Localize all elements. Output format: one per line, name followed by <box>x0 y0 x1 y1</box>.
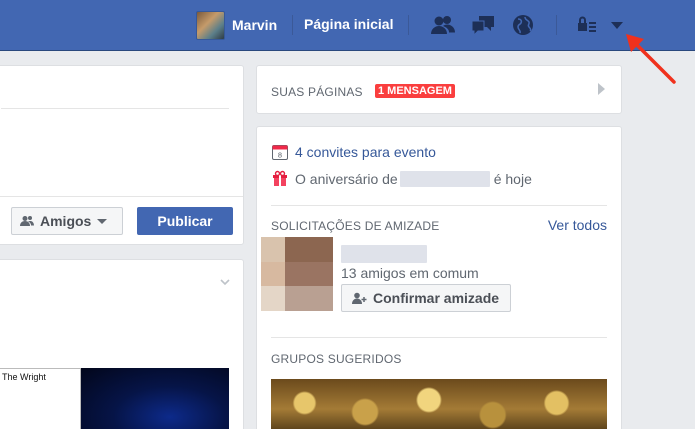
feed-post: The Wright <box>0 259 244 429</box>
redacted-friend-name[interactable] <box>341 245 427 263</box>
your-pages-card[interactable]: SUAS PÁGINAS 1 MENSAGEM <box>256 65 622 114</box>
post-thumbnail[interactable]: The Wright <box>0 368 81 429</box>
see-all-link[interactable]: Ver todos <box>548 217 607 233</box>
nav-divider <box>292 15 293 35</box>
birthday-row[interactable]: O aniversário de é hoje <box>271 170 532 188</box>
event-invites-row[interactable]: 8 4 convites para evento <box>271 143 436 161</box>
suggested-group-image[interactable] <box>271 379 607 429</box>
composer-divider <box>1 108 229 109</box>
friends-icon <box>20 216 34 226</box>
confirm-friend-label: Confirmar amizade <box>373 290 500 306</box>
home-link[interactable]: Página inicial <box>304 16 393 32</box>
nav-divider <box>408 15 409 35</box>
profile-name[interactable]: Marvin <box>232 17 277 33</box>
birthday-suffix: é hoje <box>493 171 532 187</box>
message-badge[interactable]: 1 MENSAGEM <box>375 84 455 98</box>
confirm-friend-button[interactable]: Confirmar amizade <box>341 284 511 312</box>
friend-request-photo[interactable] <box>261 237 333 311</box>
calendar-day: 8 <box>278 152 282 160</box>
redacted-name <box>399 171 490 187</box>
friend-requests-title: SOLICITAÇÕES DE AMIZADE <box>271 219 440 233</box>
nav-divider <box>556 15 557 35</box>
your-pages-title: SUAS PÁGINAS <box>271 85 363 99</box>
post-image[interactable] <box>81 368 229 429</box>
top-navigation-bar: Marvin Página inicial <box>0 0 695 51</box>
composer-footer-divider <box>0 196 243 197</box>
suggested-groups-title: GRUPOS SUGERIDOS <box>271 352 402 366</box>
audience-selector-button[interactable]: Amigos <box>11 207 123 235</box>
audience-label: Amigos <box>40 213 92 229</box>
messages-icon[interactable] <box>470 12 496 38</box>
chevron-right-icon[interactable] <box>598 83 605 95</box>
profile-link[interactable]: Marvin <box>196 10 277 40</box>
calendar-icon: 8 <box>272 145 288 160</box>
right-sidebar-card: 8 4 convites para evento O aniversário d… <box>256 126 622 429</box>
arrow-annotation-icon <box>626 34 676 84</box>
birthday-prefix: O aniversário de <box>295 171 398 187</box>
add-friend-icon <box>352 292 367 304</box>
privacy-shortcuts-icon[interactable] <box>575 12 601 38</box>
publish-button[interactable]: Publicar <box>137 207 233 235</box>
post-composer[interactable]: Amigos Publicar <box>0 65 244 245</box>
chevron-down-icon <box>97 218 108 224</box>
chevron-down-icon[interactable] <box>219 276 231 288</box>
section-divider <box>271 337 607 338</box>
globe-icon[interactable] <box>510 12 536 38</box>
avatar[interactable] <box>196 10 225 40</box>
section-divider <box>271 205 607 206</box>
friends-icon[interactable] <box>430 12 456 38</box>
gift-icon <box>273 170 287 186</box>
event-invites-link[interactable]: 4 convites para evento <box>295 144 436 160</box>
thumbnail-caption: The Wright <box>2 372 46 382</box>
mutual-friends-count[interactable]: 13 amigos em comum <box>341 265 479 281</box>
